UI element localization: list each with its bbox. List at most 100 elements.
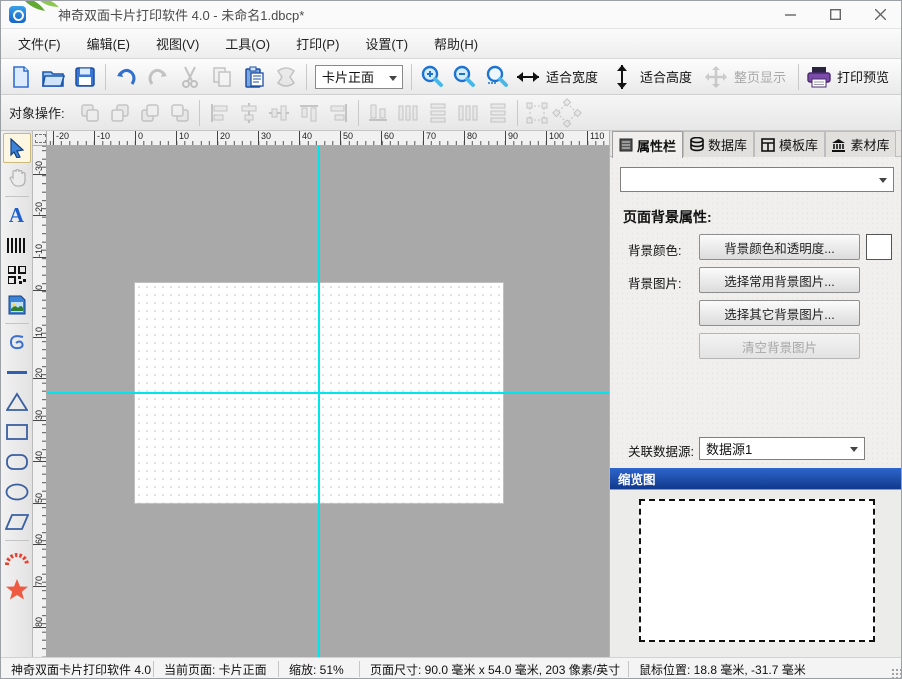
thumbnail-card-preview[interactable] <box>639 499 875 642</box>
cut-icon[interactable] <box>174 62 206 92</box>
ruler-label: -20 <box>53 131 69 146</box>
zoom-in-icon[interactable] <box>416 62 448 92</box>
text-tool[interactable]: A <box>3 200 31 230</box>
send-to-back-icon[interactable] <box>105 99 135 127</box>
tab-properties[interactable]: 属性栏 <box>612 131 683 158</box>
same-height-icon[interactable] <box>483 99 513 127</box>
fit-width-label[interactable]: 适合宽度 <box>546 67 598 86</box>
image-tool[interactable] <box>3 290 31 320</box>
save-icon[interactable] <box>69 62 101 92</box>
print-preview-label[interactable]: 打印预览 <box>837 67 889 86</box>
status-mouse-position: 鼠标位置: 18.8 毫米, -31.7 毫米 <box>629 661 816 678</box>
redo-icon[interactable] <box>142 62 174 92</box>
template-icon <box>761 138 775 152</box>
qrcode-tool[interactable] <box>3 260 31 290</box>
vertical-ruler[interactable]: -30 -20 -10 0 10 20 30 40 50 60 70 80 <box>33 146 47 657</box>
align-bottom-icon[interactable] <box>363 99 393 127</box>
bg-image-other-button[interactable]: 选择其它背景图片... <box>699 300 860 326</box>
align-middle-icon[interactable] <box>264 99 294 127</box>
tab-label: 属性栏 <box>637 136 676 155</box>
rounded-rectangle-tool[interactable] <box>3 447 31 477</box>
ungroup-icon[interactable] <box>552 99 582 127</box>
page-side-selector[interactable]: 卡片正面 <box>315 65 403 89</box>
line-tool[interactable] <box>3 357 31 387</box>
paste-icon[interactable] <box>238 62 270 92</box>
pan-hand-tool[interactable] <box>3 163 31 193</box>
page-side-value: 卡片正面 <box>322 67 374 86</box>
menu-edit[interactable]: 编辑(E) <box>74 29 143 58</box>
bg-color-swatch[interactable] <box>866 234 892 260</box>
status-page-size: 页面尺寸: 90.0 毫米 x 54.0 毫米, 203 像素/英寸 <box>360 661 628 678</box>
menu-view[interactable]: 视图(V) <box>143 29 212 58</box>
group-icon[interactable] <box>522 99 552 127</box>
tab-materials[interactable]: 素材库 <box>825 131 896 157</box>
tab-templates[interactable]: 模板库 <box>754 131 825 157</box>
printer-icon[interactable] <box>803 62 835 92</box>
ruler-label: 50 <box>33 491 47 504</box>
thumbnail-panel <box>610 489 902 657</box>
menu-file[interactable]: 文件(F) <box>5 29 74 58</box>
same-width-icon[interactable] <box>423 99 453 127</box>
thumbnail-header: 缩览图 <box>610 468 902 489</box>
fit-height-arrow-icon[interactable] <box>606 62 638 92</box>
bring-forward-icon[interactable] <box>135 99 165 127</box>
delete-icon[interactable] <box>270 62 302 92</box>
toolbar-separator <box>358 100 359 126</box>
full-page-label[interactable]: 整页显示 <box>734 67 786 86</box>
menu-settings[interactable]: 设置(T) <box>352 29 421 58</box>
undo-icon[interactable] <box>110 62 142 92</box>
copy-icon[interactable] <box>206 62 238 92</box>
parallelogram-tool[interactable] <box>3 507 31 537</box>
ellipse-tool[interactable] <box>3 477 31 507</box>
palette-separator <box>5 540 29 541</box>
thumbnail-title: 缩览图 <box>618 469 656 488</box>
bg-image-clear-button[interactable]: 清空背景图片 <box>699 333 860 359</box>
minimize-button[interactable] <box>768 1 813 29</box>
menu-help[interactable]: 帮助(H) <box>421 29 491 58</box>
fit-height-label[interactable]: 适合高度 <box>640 67 692 86</box>
ruler-label: -30 <box>33 159 47 175</box>
open-file-icon[interactable] <box>37 62 69 92</box>
ruler-label: 80 <box>33 615 47 628</box>
distribute-vertical-icon[interactable] <box>453 99 483 127</box>
menu-tools[interactable]: 工具(O) <box>212 29 283 58</box>
arc-stamp-tool[interactable] <box>3 544 31 574</box>
bg-color-button[interactable]: 背景颜色和透明度... <box>699 234 860 260</box>
object-selector[interactable] <box>620 167 894 192</box>
new-file-icon[interactable] <box>5 62 37 92</box>
align-center-icon[interactable] <box>234 99 264 127</box>
zoom-out-icon[interactable] <box>448 62 480 92</box>
barcode-tool[interactable] <box>3 230 31 260</box>
align-right-icon[interactable] <box>324 99 354 127</box>
star-tool[interactable] <box>3 574 31 604</box>
horizontal-guide-line[interactable] <box>47 392 609 394</box>
ruler-label: 70 <box>423 131 436 146</box>
vertical-guide-line[interactable] <box>318 146 320 657</box>
align-top-icon[interactable] <box>294 99 324 127</box>
distribute-horizontal-icon[interactable] <box>393 99 423 127</box>
close-button[interactable] <box>858 1 902 29</box>
datasource-selector[interactable]: 数据源1 <box>699 437 865 460</box>
select-pointer-tool[interactable] <box>3 133 31 163</box>
rectangle-tool[interactable] <box>3 417 31 447</box>
main-area: A <box>1 131 902 657</box>
bring-to-front-icon[interactable] <box>75 99 105 127</box>
resize-grip[interactable] <box>891 668 901 678</box>
bg-color-label: 背景颜色: <box>628 240 681 259</box>
triangle-tool[interactable] <box>3 387 31 417</box>
zoom-select-icon[interactable] <box>480 62 512 92</box>
send-backward-icon[interactable] <box>165 99 195 127</box>
curve-tool[interactable] <box>3 327 31 357</box>
horizontal-ruler[interactable]: -20 -10 0 10 20 30 40 50 60 70 80 90 100… <box>47 131 609 146</box>
tool-palette: A <box>1 131 33 657</box>
design-canvas[interactable] <box>47 146 609 657</box>
fit-width-arrow-icon[interactable] <box>512 62 544 92</box>
ruler-label: 20 <box>217 131 230 146</box>
ruler-label: 90 <box>505 131 518 146</box>
menu-print[interactable]: 打印(P) <box>283 29 352 58</box>
maximize-button[interactable] <box>813 1 858 29</box>
full-page-arrows-icon[interactable] <box>700 62 732 92</box>
align-left-icon[interactable] <box>204 99 234 127</box>
bg-image-common-button[interactable]: 选择常用背景图片... <box>699 267 860 293</box>
tab-database[interactable]: 数据库 <box>683 131 754 157</box>
